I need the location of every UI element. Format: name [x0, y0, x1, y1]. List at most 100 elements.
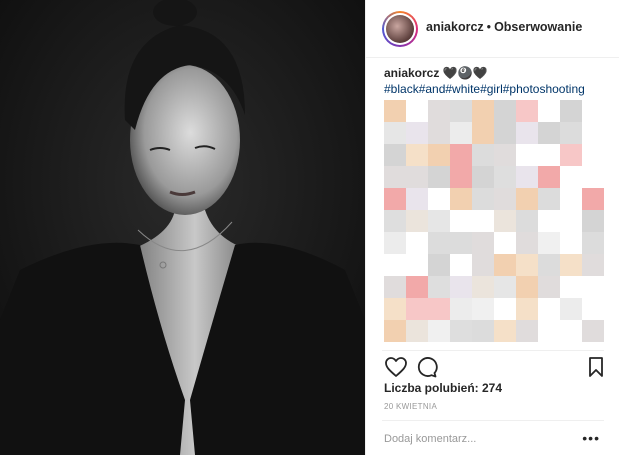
blurred-comment-pixel: [406, 122, 428, 144]
blurred-comment-pixel: [428, 210, 450, 232]
blurred-comment-pixel: [406, 298, 428, 320]
blurred-comment-pixel: [516, 122, 538, 144]
blurred-comment-pixel: [582, 144, 604, 166]
blurred-comment-pixel: [560, 100, 582, 122]
blurred-comment-pixel: [494, 144, 516, 166]
bookmark-icon[interactable]: [584, 355, 608, 379]
blurred-comment-pixel: [450, 298, 472, 320]
blurred-comment-pixel: [472, 166, 494, 188]
following-button[interactable]: Obserwowanie: [494, 20, 582, 34]
post-date[interactable]: 20 KWIETNIA: [384, 402, 437, 411]
blurred-comment-pixel: [582, 298, 604, 320]
blurred-comment-pixel: [450, 166, 472, 188]
caption-emoji: 🖤🎱🖤: [442, 66, 488, 80]
comment-area: •••: [382, 430, 604, 448]
blurred-comment-pixel: [450, 100, 472, 122]
more-options-icon[interactable]: •••: [582, 431, 600, 445]
comment-input[interactable]: [382, 430, 576, 448]
blurred-comment-pixel: [516, 210, 538, 232]
blurred-comment-pixel: [494, 166, 516, 188]
blurred-comment-pixel: [406, 188, 428, 210]
portrait-image: [0, 0, 365, 455]
blurred-comment-pixel: [384, 276, 406, 298]
blurred-comment-pixel: [582, 210, 604, 232]
blurred-comment-pixel: [560, 232, 582, 254]
blurred-comment-pixel: [428, 122, 450, 144]
blurred-comment-pixel: [538, 210, 560, 232]
blurred-comment-pixel: [428, 254, 450, 276]
heart-icon[interactable]: [384, 355, 408, 379]
blurred-comment-pixel: [494, 100, 516, 122]
blurred-comment-pixel: [516, 188, 538, 210]
blurred-comment-pixel: [560, 254, 582, 276]
blurred-comment-pixel: [472, 254, 494, 276]
blurred-comment-pixel: [560, 122, 582, 144]
post-side-panel: aniakorcz • Obserwowanie aniakorcz 🖤🎱🖤 #bl…: [365, 0, 619, 455]
blurred-comment-pixel: [406, 210, 428, 232]
blurred-comment-pixel: [450, 232, 472, 254]
blurred-comment-pixel: [384, 122, 406, 144]
blurred-comment-pixel: [428, 298, 450, 320]
blurred-comment-pixel: [494, 210, 516, 232]
blurred-comment-pixel: [560, 166, 582, 188]
header-username[interactable]: aniakorcz: [426, 20, 484, 34]
blurred-comment-pixel: [516, 166, 538, 188]
blurred-comment-pixel: [582, 122, 604, 144]
blurred-comment-pixel: [384, 232, 406, 254]
blurred-comment-pixel: [582, 232, 604, 254]
blurred-comment-pixel: [450, 320, 472, 342]
blurred-comment-pixel: [428, 232, 450, 254]
blurred-comment-pixel: [582, 320, 604, 342]
caption-username[interactable]: aniakorcz: [384, 66, 439, 80]
blurred-comment-pixel: [450, 188, 472, 210]
blurred-comment-pixel: [384, 320, 406, 342]
post-caption: aniakorcz 🖤🎱🖤 #black#and#white#girl#phot…: [384, 65, 604, 97]
blurred-comment-pixel: [560, 210, 582, 232]
blurred-comment-pixel: [472, 298, 494, 320]
likes-count[interactable]: Liczba polubień: 274: [384, 381, 502, 395]
blurred-comment-pixel: [538, 122, 560, 144]
blurred-comment-pixel: [472, 276, 494, 298]
blurred-comment-pixel: [516, 276, 538, 298]
blurred-comment-pixel: [428, 320, 450, 342]
blurred-comment-pixel: [494, 254, 516, 276]
blurred-comment-pixel: [560, 276, 582, 298]
avatar[interactable]: [382, 11, 418, 47]
blurred-comment-pixel: [428, 276, 450, 298]
post-header: aniakorcz • Obserwowanie: [366, 0, 619, 58]
blurred-comment-pixel: [494, 320, 516, 342]
blurred-comment-pixel: [406, 320, 428, 342]
blurred-comment-pixel: [516, 298, 538, 320]
blurred-comment-pixel: [384, 298, 406, 320]
divider: [382, 420, 604, 421]
blurred-comment-pixel: [428, 144, 450, 166]
blurred-comment-pixel: [582, 276, 604, 298]
divider: [382, 350, 604, 351]
caption-hashtags[interactable]: #black#and#white#girl#photoshooting: [384, 82, 585, 96]
blurred-comment-pixel: [582, 100, 604, 122]
blurred-comment-pixel: [494, 122, 516, 144]
post-photo[interactable]: [0, 0, 365, 455]
blurred-comment-pixel: [494, 188, 516, 210]
blurred-comment-pixel: [406, 276, 428, 298]
separator-dot: •: [486, 20, 492, 34]
blurred-comment-pixel: [538, 254, 560, 276]
blurred-comment-pixel: [516, 232, 538, 254]
blurred-comment-pixel: [516, 254, 538, 276]
blurred-comment-pixel: [582, 166, 604, 188]
blurred-comment-pixel: [428, 100, 450, 122]
blurred-comment-pixel: [472, 188, 494, 210]
blurred-comment-pixel: [384, 166, 406, 188]
blurred-comment-pixel: [516, 320, 538, 342]
blurred-comment-pixel: [472, 122, 494, 144]
blurred-comment-pixel: [428, 166, 450, 188]
blurred-comment-pixel: [450, 276, 472, 298]
blurred-comment-pixel: [472, 144, 494, 166]
comment-icon[interactable]: [414, 355, 438, 379]
blurred-comment-pixel: [538, 276, 560, 298]
blurred-comment-pixel: [384, 144, 406, 166]
comments-pixelated: [384, 100, 606, 346]
blurred-comment-pixel: [384, 100, 406, 122]
blurred-comment-pixel: [494, 276, 516, 298]
blurred-comment-pixel: [582, 188, 604, 210]
